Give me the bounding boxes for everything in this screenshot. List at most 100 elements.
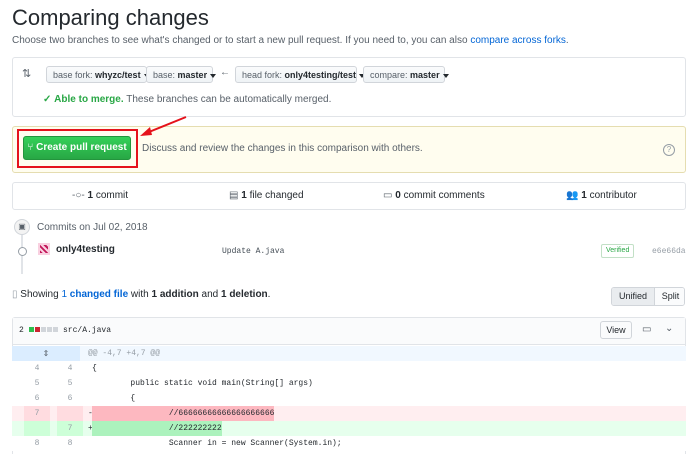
code-line: //222222222 [92,421,222,436]
files-stat[interactable]: ▤ 1 file changed [229,190,304,201]
comments-stat[interactable]: ▭ 0 commit comments [383,190,485,201]
line-number-old[interactable]: 7 [24,406,50,421]
commits-stat[interactable]: -○- 1 commit [72,190,128,201]
code-line: //66666666666666666666 [92,406,275,421]
pull-request-icon: ⑂ [27,142,34,153]
diff-view-toggle: Unified Split [611,287,685,306]
file-diff-icon: ▤ [229,190,239,201]
page-subtitle: Choose two branches to see what's change… [12,35,569,46]
code-line: { [92,394,136,403]
compare-value: master [410,70,440,80]
base-fork-select[interactable]: base fork: whyzc/test [46,66,150,83]
contributors-count: 1 [581,190,587,201]
commit-message[interactable]: Update A.java [222,247,284,256]
diff-line-add: 7 + //222222222 [12,421,686,436]
code-line: public static void main(String[] args) [92,379,313,388]
annotation-arrow-icon [140,116,187,136]
people-icon: 👥 [566,190,579,201]
create-pull-request-button[interactable]: ⑂ Create pull request [23,136,131,160]
subtitle-end: . [565,35,569,46]
base-value: master [177,70,208,80]
line-number-new[interactable]: 6 [57,391,83,406]
line-number-old[interactable]: 4 [24,361,50,376]
diff-line-ctx: 55 public static void main(String[] args… [12,376,686,391]
file-header: 2 src/A.java View ▭ ⌄ [13,318,685,345]
summary-showing: Showing [20,289,59,300]
arrow-left-icon: ← [220,67,230,78]
expand-icon[interactable]: ⇕ [12,346,80,361]
commits-count: 1 [87,190,94,201]
create-pr-bar: ⑂ Create pull request Discuss and review… [12,126,686,173]
summary-deletions: 1 deletion [220,289,268,300]
avatar[interactable] [38,243,50,255]
question-icon[interactable]: ? [663,144,675,156]
commit-sha[interactable]: e6e66da [652,247,686,256]
commit-author[interactable]: only4testing [56,244,115,255]
head-fork-select[interactable]: head fork: only4testing/test [235,66,366,83]
subtitle-text: Choose two branches to see what's change… [12,35,468,46]
contributors-label: contributor [589,190,637,201]
line-number-new[interactable]: 8 [57,436,83,451]
compare-label: compare: [370,70,408,80]
caret-down-icon [442,73,449,78]
hunk-header: @@ -4,7 +4,7 @@ [88,349,161,358]
diff-summary: ▯ Showing 1 changed file with 1 addition… [12,289,270,300]
merge-status: ✓ Able to merge. These branches can be a… [43,94,331,105]
create-pull-request-label: Create pull request [36,142,127,153]
summary-and: and [201,289,219,300]
caret-down-icon [210,73,217,78]
view-file-button[interactable]: View [600,321,632,339]
line-number-old[interactable]: 5 [24,376,50,391]
head-fork-value: only4testing/test [284,70,357,80]
diff-line-ctx: 66 { [12,391,686,406]
diffstat-neutral-block [41,327,46,332]
contributors-stat[interactable]: 👥 1 contributor [566,190,637,201]
merge-status-label: Able to merge. [54,94,124,105]
hunk-header-row: ⇕ @@ -4,7 +4,7 @@ [12,346,686,361]
line-number-old[interactable]: 8 [24,436,50,451]
display-icon[interactable]: ▭ [642,324,651,335]
files-label: file changed [249,190,304,201]
commit-date-icon: ▣ [14,219,30,235]
line-number-new[interactable]: 5 [57,376,83,391]
head-fork-label: head fork: [242,70,283,80]
diff-line-ctx: 88 Scanner in = new Scanner(System.in); [12,436,686,451]
compare-arrows-icon: ⇅ [22,68,32,80]
comments-count: 0 [395,190,401,201]
code-line: Scanner in = new Scanner(System.in); [92,439,342,448]
base-fork-value: whyzc/test [95,70,141,80]
summary-additions: 1 addition [151,289,199,300]
range-editor: ⇅ base fork: whyzc/test base: master ← h… [12,57,686,117]
line-number-old[interactable]: 6 [24,391,50,406]
summary-with: with [130,289,149,300]
file-path[interactable]: src/A.java [63,326,111,335]
file-icon: ▯ [12,289,18,300]
compare-across-forks-link[interactable]: compare across forks [470,35,566,46]
base-label: base: [153,70,176,80]
line-number-new[interactable] [57,406,83,421]
file-change-count: 2 [19,326,24,335]
merge-status-text: These branches can be automatically merg… [126,94,332,105]
summary-changed-file[interactable]: changed file [70,289,128,300]
line-number-new[interactable]: 4 [57,361,83,376]
chevron-down-icon[interactable]: ⌄ [665,323,673,334]
diffstat-neutral-block [47,327,52,332]
commits-label: commit [95,190,129,201]
create-pr-description: Discuss and review the changes in this c… [142,143,423,154]
split-button[interactable]: Split [655,288,684,305]
unified-button[interactable]: Unified [612,288,655,305]
files-count: 1 [241,190,247,201]
summary-end: . [267,289,271,300]
verified-badge[interactable]: Verified [601,244,635,258]
page-title: Comparing changes [12,5,209,30]
diff-line-del: 7- //66666666666666666666 [12,406,686,421]
line-number-old[interactable] [24,421,50,436]
commit-dot-icon [18,247,27,256]
base-branch-select[interactable]: base: master [146,66,217,83]
check-icon: ✓ [43,94,52,105]
base-fork-label: base fork: [53,70,93,80]
compare-branch-select[interactable]: compare: master [363,66,449,83]
summary-count[interactable]: 1 [61,289,67,300]
line-number-new[interactable]: 7 [57,421,83,436]
diffstat-add-block [29,327,34,332]
